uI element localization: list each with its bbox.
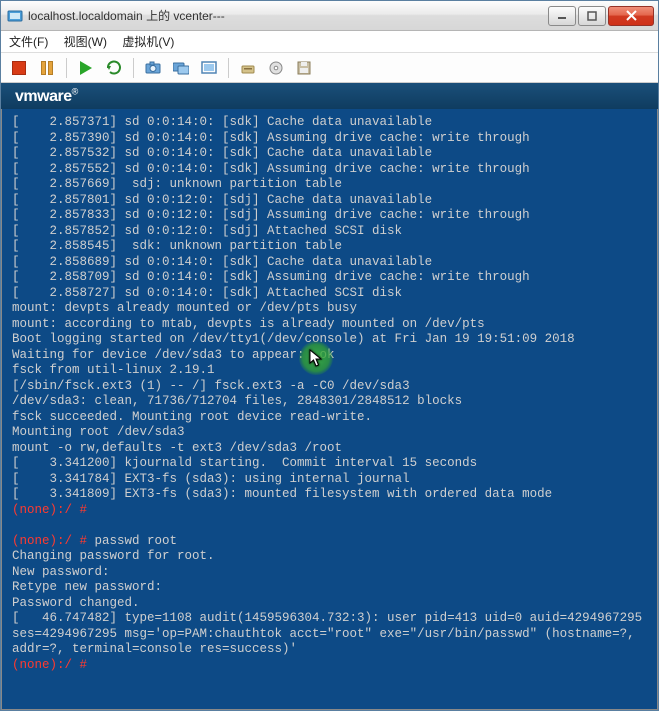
pause-icon [41,61,53,75]
vmware-console-window: localhost.localdomain 上的 vcenter--- 文件(F… [0,0,659,711]
terminal-line [12,518,20,532]
menu-vm[interactable]: 虚拟机(V) [122,35,174,49]
refresh-icon [106,60,122,76]
terminal-line: Changing password for root. [12,549,215,563]
maximize-button[interactable] [578,6,606,26]
terminal-line: [ 2.857390] sd 0:0:14:0: [sdk] Assuming … [12,131,530,145]
terminal-line: [ 3.341809] EXT3-fs (sda3): mounted file… [12,487,552,501]
terminal-line: [ 2.858545] sdk: unknown partition table [12,239,342,253]
snapshot-manager-icon [173,60,189,76]
terminal-line: mount: devpts already mounted or /dev/pt… [12,301,357,315]
fullscreen-icon [201,60,217,76]
window-title: localhost.localdomain 上的 vcenter--- [28,7,548,24]
terminal-line: [ 2.857532] sd 0:0:14:0: [sdk] Cache dat… [12,146,432,160]
terminal-line: New password: [12,565,110,579]
terminal-line: [ 2.857852] sd 0:0:12:0: [sdj] Attached … [12,224,402,238]
app-icon [7,8,23,24]
terminal-line: [ 2.858689] sd 0:0:14:0: [sdk] Cache dat… [12,255,432,269]
terminal-line: mount -o rw,defaults -t ext3 /dev/sda3 /… [12,441,342,455]
eject-icon [240,60,256,76]
refresh-button[interactable] [102,56,126,80]
toolbar-separator [228,58,229,78]
minimize-button[interactable] [548,6,576,26]
play-button[interactable] [74,56,98,80]
terminal-prompt: (none):/ # [12,503,87,517]
terminal-line: [/sbin/fsck.ext3 (1) -- /] fsck.ext3 -a … [12,379,410,393]
close-button[interactable] [608,6,654,26]
terminal-command: passwd root [87,534,177,548]
terminal-line: [ 2.857669] sdj: unknown partition table [12,177,342,191]
terminal-line: [ 2.857833] sd 0:0:12:0: [sdj] Assuming … [12,208,530,222]
vmware-logo: vmware® [15,88,78,105]
toolbar-separator [66,58,67,78]
window-titlebar[interactable]: localhost.localdomain 上的 vcenter--- [1,1,658,31]
terminal-line: [ 46.747482] type=1108 audit(1459596304.… [12,611,650,656]
toolbar-separator [133,58,134,78]
snapshot-manager-button[interactable] [169,56,193,80]
menu-view[interactable]: 视图(W) [64,35,107,49]
toolbar [1,53,658,83]
eject-button[interactable] [236,56,260,80]
terminal-line: Retype new password: [12,580,162,594]
terminal-line: mount: according to mtab, devpts is alre… [12,317,485,331]
console-terminal[interactable]: [ 2.857371] sd 0:0:14:0: [sdk] Cache dat… [1,109,658,710]
snapshot-icon [145,60,161,76]
pause-button[interactable] [35,56,59,80]
menu-file[interactable]: 文件(F) [9,35,48,49]
terminal-line: [ 2.857801] sd 0:0:12:0: [sdj] Cache dat… [12,193,432,207]
menu-bar: 文件(F) 视图(W) 虚拟机(V) [1,31,658,53]
terminal-line: [ 3.341200] kjournald starting. Commit i… [12,456,477,470]
vmware-brand-bar: vmware® [1,83,658,109]
connect-floppy-button[interactable] [292,56,316,80]
terminal-line: [ 2.857371] sd 0:0:14:0: [sdk] Cache dat… [12,115,432,129]
connect-floppy-icon [296,60,312,76]
connect-cd-icon [268,60,284,76]
terminal-line: Boot logging started on /dev/tty1(/dev/c… [12,332,575,346]
terminal-prompt: (none):/ # [12,658,87,672]
terminal-line: fsck from util-linux 2.19.1 [12,363,215,377]
stop-button[interactable] [7,56,31,80]
connect-cd-button[interactable] [264,56,288,80]
terminal-line: Password changed. [12,596,140,610]
terminal-line: Waiting for device /dev/sda3 to appear: … [12,348,335,362]
terminal-line: [ 2.858709] sd 0:0:14:0: [sdk] Assuming … [12,270,530,284]
terminal-prompt: (none):/ # [12,534,87,548]
terminal-line: fsck succeeded. Mounting root device rea… [12,410,372,424]
terminal-line: [ 2.857552] sd 0:0:14:0: [sdk] Assuming … [12,162,530,176]
terminal-line: Mounting root /dev/sda3 [12,425,185,439]
terminal-line: /dev/sda3: clean, 71736/712704 files, 28… [12,394,462,408]
play-icon [80,61,92,75]
stop-icon [12,61,26,75]
fullscreen-button[interactable] [197,56,221,80]
snapshot-button[interactable] [141,56,165,80]
terminal-line: [ 3.341784] EXT3-fs (sda3): using intern… [12,472,410,486]
terminal-line: [ 2.858727] sd 0:0:14:0: [sdk] Attached … [12,286,402,300]
